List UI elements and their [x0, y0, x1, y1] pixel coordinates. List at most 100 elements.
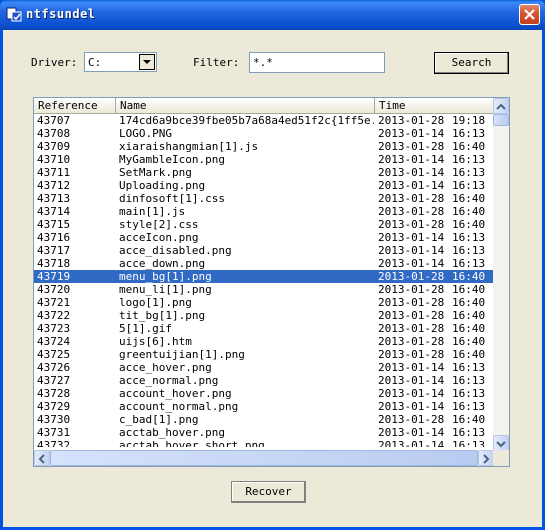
table-row[interactable]: 43713 dinfosoft[1].css 2013-01-28 16:40 [34, 192, 494, 205]
table-row[interactable]: 43726 acce_hover.png 2013-01-14 16:13 [34, 361, 494, 374]
table-row[interactable]: 43727 acce_normal.png 2013-01-14 16:13 [34, 374, 494, 387]
table-row[interactable]: 43731 acctab_hover.png 2013-01-14 16:13 [34, 426, 494, 439]
row-name: acce_normal.png [119, 374, 219, 387]
table-row[interactable]: 43729 account_normal.png 2013-01-14 16:13 [34, 400, 494, 413]
row-date: 2013-01-28 [378, 218, 445, 231]
table-row[interactable]: 43707 174cd6a9bce39fbe05b7a68a4ed51f2c{1f… [34, 114, 494, 127]
client-area: Driver: C: Filter: Search Reference Name… [3, 30, 542, 527]
recover-button[interactable]: Recover [231, 481, 306, 503]
row-reference: 43717 [37, 244, 71, 257]
table-row[interactable]: 43732 acctab_hover_short.png 2013-01-14 16:… [34, 439, 494, 447]
table-row[interactable]: 43708 LOGO.PNG 2013-01-14 16:13 [34, 127, 494, 140]
table-row[interactable]: 43724 uijs[6].htm 2013-01-28 16:40 [34, 335, 494, 348]
row-reference: 43727 [37, 374, 71, 387]
row-time: 16:13 [452, 439, 486, 447]
row-date: 2013-01-28 [378, 270, 445, 283]
row-time: 19:18 [452, 114, 486, 127]
row-date: 2013-01-14 [378, 127, 445, 140]
arrow-up-icon [496, 103, 506, 110]
row-time: 16:40 [452, 413, 486, 426]
table-row[interactable]: 43712 Uploading.png 2013-01-14 16:13 [34, 179, 494, 192]
table-row[interactable]: 43716 acceIcon.png 2013-01-14 16:13 [34, 231, 494, 244]
list-rows: 43707 174cd6a9bce39fbe05b7a68a4ed51f2c{1f… [34, 114, 494, 447]
file-list[interactable]: Reference Name Time 43707 174cd6a9bce39fb… [33, 97, 510, 467]
table-row[interactable]: 43728 account_hover.png 2013-01-14 16:13 [34, 387, 494, 400]
horizontal-scrollbar[interactable] [34, 450, 494, 466]
row-date: 2013-01-28 [378, 335, 445, 348]
row-date: 2013-01-14 [378, 166, 445, 179]
scrollbar-corner [493, 450, 509, 466]
row-name: acctab_hover.png [119, 426, 225, 439]
row-date: 2013-01-28 [378, 296, 445, 309]
row-date: 2013-01-28 [378, 348, 445, 361]
vertical-scroll-thumb[interactable] [493, 114, 509, 126]
row-date: 2013-01-28 [378, 309, 445, 322]
row-reference: 43724 [37, 335, 71, 348]
row-reference: 43713 [37, 192, 71, 205]
row-name: account_normal.png [119, 400, 239, 413]
row-time: 16:13 [452, 387, 486, 400]
table-row[interactable]: 43725 greentuijian[1].png 2013-01-28 16:40 [34, 348, 494, 361]
filter-label: Filter: [193, 56, 240, 69]
dropdown-button[interactable] [139, 54, 155, 70]
table-row[interactable]: 43720 menu_li[1].png 2013-01-28 16:40 [34, 283, 494, 296]
table-row[interactable]: 43723 5[1].gif 2013-01-28 16:40 [34, 322, 494, 335]
search-button[interactable]: Search [434, 52, 509, 74]
row-reference: 43716 [37, 231, 71, 244]
row-time: 16:40 [452, 192, 486, 205]
row-reference: 43707 [37, 114, 71, 127]
scroll-right-button[interactable] [478, 450, 494, 466]
table-row[interactable]: 43710 MyGambleIcon.png 2013-01-14 16:13 [34, 153, 494, 166]
row-name: logo[1].png [119, 296, 192, 309]
row-name: xiaraishangmian[1].js [119, 140, 259, 153]
column-header-reference[interactable]: Reference [34, 98, 116, 114]
column-header-name[interactable]: Name [116, 98, 375, 114]
row-name: menu_li[1].png [119, 283, 212, 296]
table-row[interactable]: 43717 acce_disabled.png 2013-01-14 16:13 [34, 244, 494, 257]
table-row[interactable]: 43730 c_bad[1].png 2013-01-28 16:40 [34, 413, 494, 426]
row-time: 16:13 [452, 426, 486, 439]
row-reference: 43714 [37, 205, 71, 218]
table-row[interactable]: 43709 xiaraishangmian[1].js 2013-01-28 16:4… [34, 140, 494, 153]
row-time: 16:13 [452, 166, 486, 179]
row-time: 16:40 [452, 270, 486, 283]
row-time: 16:40 [452, 309, 486, 322]
row-reference: 43720 [37, 283, 71, 296]
horizontal-scroll-thumb[interactable] [50, 450, 478, 466]
row-reference: 43718 [37, 257, 71, 270]
row-name: SetMark.png [119, 166, 192, 179]
row-date: 2013-01-14 [378, 231, 445, 244]
driver-dropdown[interactable]: C: [84, 52, 157, 72]
close-button[interactable] [519, 4, 540, 25]
column-header-time[interactable]: Time [375, 98, 494, 114]
table-row[interactable]: 43722 tit_bg[1].png 2013-01-28 16:40 [34, 309, 494, 322]
row-time: 16:40 [452, 348, 486, 361]
vertical-scrollbar[interactable] [493, 98, 509, 451]
driver-value: C: [88, 56, 102, 69]
row-reference: 43719 [37, 270, 71, 283]
table-row[interactable]: 43719 menu_bg[1].png 2013-01-28 16:40 [34, 270, 494, 283]
row-name: menu_bg[1].png [119, 270, 212, 283]
row-time: 16:40 [452, 322, 486, 335]
row-name: MyGambleIcon.png [119, 153, 225, 166]
table-row[interactable]: 43711 SetMark.png 2013-01-14 16:13 [34, 166, 494, 179]
row-name: account_hover.png [119, 387, 232, 400]
row-reference: 43708 [37, 127, 71, 140]
chevron-down-icon [143, 60, 151, 64]
row-name: 5[1].gif [119, 322, 172, 335]
table-row[interactable]: 43718 acce_down.png 2013-01-14 16:13 [34, 257, 494, 270]
filter-input[interactable] [249, 52, 385, 73]
table-row[interactable]: 43721 logo[1].png 2013-01-28 16:40 [34, 296, 494, 309]
row-time: 16:40 [452, 283, 486, 296]
scroll-left-button[interactable] [34, 450, 50, 466]
arrow-right-icon [483, 454, 490, 464]
row-name: acctab_hover_short.png [119, 439, 265, 447]
title-bar[interactable]: ntfsundel [0, 0, 545, 30]
table-row[interactable]: 43714 main[1].js 2013-01-28 16:40 [34, 205, 494, 218]
table-row[interactable]: 43715 style[2].css 2013-01-28 16:40 [34, 218, 494, 231]
scroll-down-button[interactable] [493, 435, 509, 451]
row-time: 16:40 [452, 205, 486, 218]
scroll-up-button[interactable] [493, 98, 509, 114]
row-date: 2013-01-14 [378, 361, 445, 374]
row-reference: 43722 [37, 309, 71, 322]
